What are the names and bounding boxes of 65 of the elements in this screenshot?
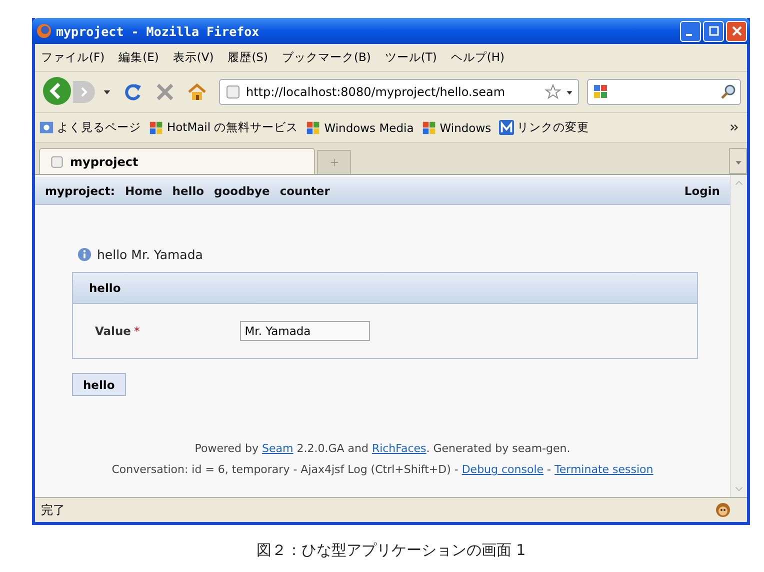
browser-tab[interactable]: myproject [39, 148, 315, 174]
submit-button[interactable]: hello [72, 373, 126, 396]
bookmark-item[interactable]: Windows Media [306, 120, 414, 135]
globe-icon [36, 23, 52, 39]
bookmark-item[interactable]: Windows [422, 120, 492, 135]
window-title: myproject - Mozilla Firefox [56, 24, 260, 38]
bookmark-item[interactable]: HotMail の無料サービス [149, 120, 298, 135]
minimize-button[interactable] [680, 20, 701, 42]
bookmark-item[interactable]: リンクの変更 [499, 120, 590, 135]
nav-link[interactable]: Home [124, 184, 162, 198]
minimize-icon [686, 34, 692, 36]
page-icon [225, 84, 241, 100]
footer-link[interactable]: RichFaces [372, 442, 426, 455]
close-icon [732, 26, 742, 36]
footer-link[interactable]: Seam [262, 442, 294, 455]
menu-item[interactable]: 表示(V) [172, 50, 214, 65]
address-field[interactable]: http://localhost:8080/myproject/hello.seam [219, 79, 579, 105]
dropdown-arrow-icon[interactable] [103, 88, 111, 96]
home-icon[interactable] [187, 82, 207, 102]
maximize-button[interactable] [703, 20, 724, 42]
four-squares-icon [149, 120, 164, 135]
four-squares-icon [306, 120, 322, 135]
footer-link[interactable]: Terminate session [554, 463, 654, 476]
search-field[interactable] [587, 79, 741, 105]
nav-link[interactable]: counter [280, 184, 330, 198]
info-icon [77, 247, 92, 262]
tab-list-button[interactable] [729, 148, 747, 174]
app-brand: myproject: [45, 184, 115, 198]
search-engine-icon[interactable] [592, 84, 610, 100]
menu-item[interactable]: ファイル(F) [41, 50, 105, 65]
star-icon[interactable] [545, 84, 561, 100]
menu-item[interactable]: 編集(E) [118, 50, 159, 65]
menu-item[interactable]: ブックマーク(B) [282, 50, 371, 65]
close-button[interactable] [726, 20, 747, 42]
nav-link[interactable]: goodbye [214, 184, 270, 198]
required-mark: * [134, 324, 140, 338]
dropdown-arrow-icon [734, 158, 742, 166]
page-icon [50, 154, 64, 168]
nav-link[interactable]: hello [172, 184, 204, 198]
footer-text: Powered by Seam 2.2.0.GA and RichFaces. Generated by seam-gen. [194, 442, 570, 455]
footer-link[interactable]: Debug console [462, 463, 544, 476]
more-bookmarks-icon[interactable] [730, 123, 739, 132]
dropdown-arrow-icon[interactable] [566, 88, 573, 96]
maximize-icon [708, 26, 718, 36]
value-input[interactable]: Mr. Yamada [240, 321, 370, 341]
menu-item[interactable]: ツール(T) [384, 50, 437, 65]
page-icon [39, 120, 54, 135]
bookmark-item[interactable]: よく見るページ [39, 120, 141, 135]
status-text: 完了 [41, 502, 65, 518]
field-label: Value [95, 324, 131, 338]
reload-icon[interactable] [123, 82, 143, 102]
menu-item[interactable]: 履歴(S) [228, 50, 268, 65]
letter-m-icon [499, 120, 514, 135]
plus-icon [330, 158, 338, 167]
login-link[interactable]: Login [684, 184, 720, 198]
menu-item[interactable]: ヘルプ(H) [450, 50, 504, 65]
stop-icon[interactable] [155, 82, 175, 102]
footer-text: Conversation: id = 6, temporary - Ajax4jsf Log (Ctrl+Shift+D) - Debug console - Terminate session [112, 463, 654, 476]
panel-header: hello [73, 273, 697, 304]
figure-caption: 図２：ひな型アプリケーションの画面 1 [255, 541, 527, 560]
info-message: hello Mr. Yamada [97, 247, 203, 262]
four-squares-icon [422, 120, 437, 135]
back-button[interactable] [41, 76, 73, 108]
search-icon[interactable] [720, 84, 736, 100]
monkey-icon[interactable] [715, 502, 731, 518]
